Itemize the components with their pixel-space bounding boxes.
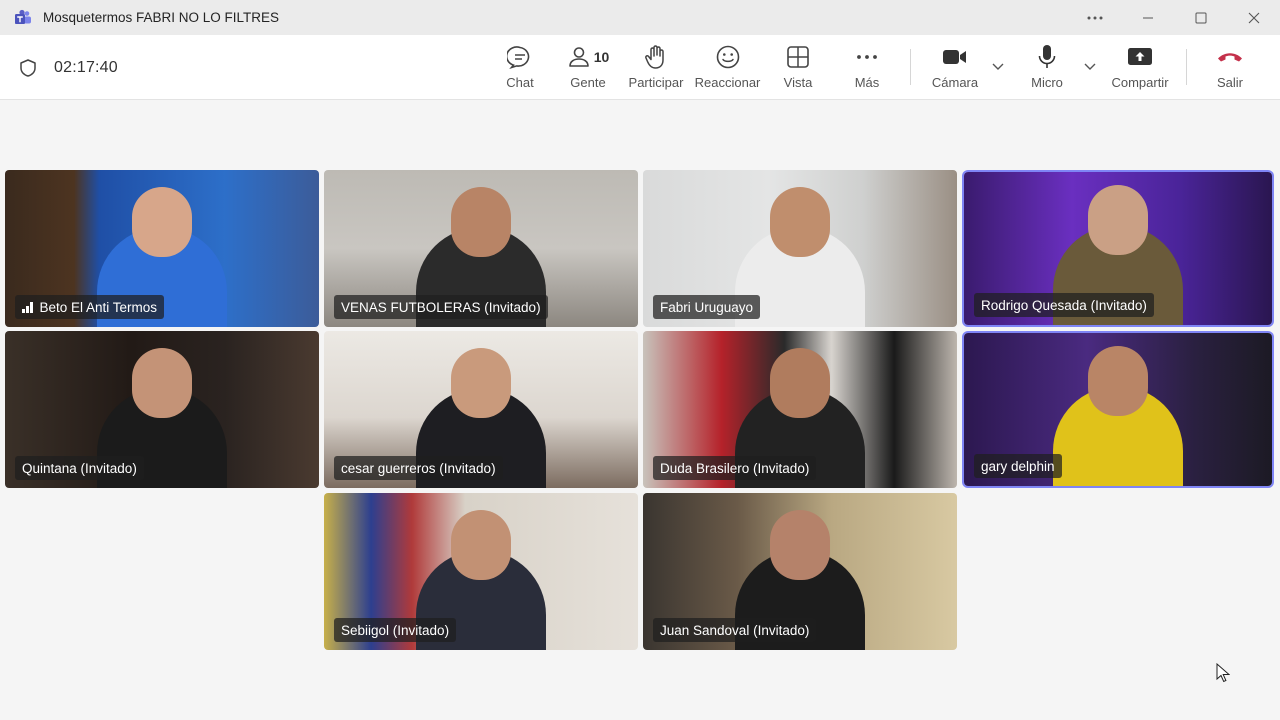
participant-name: cesar guerreros (Invitado) bbox=[341, 460, 496, 476]
video-tile[interactable]: Sebiigol (Invitado) bbox=[324, 493, 638, 650]
mic-label: Micro bbox=[1031, 75, 1063, 90]
video-tile[interactable]: Beto El Anti Termos bbox=[5, 170, 319, 327]
participant-name: Rodrigo Quesada (Invitado) bbox=[981, 297, 1147, 313]
raise-hand-icon bbox=[644, 43, 668, 71]
signal-strength-icon bbox=[22, 301, 33, 313]
participant-name: Beto El Anti Termos bbox=[39, 299, 158, 315]
participant-head bbox=[451, 187, 511, 257]
chat-label: Chat bbox=[506, 75, 534, 90]
view-label: Vista bbox=[783, 75, 813, 90]
participant-head bbox=[770, 510, 830, 580]
participant-name-tag: VENAS FUTBOLERAS (Invitado) bbox=[334, 295, 548, 319]
chat-icon bbox=[507, 43, 533, 71]
participant-name: Fabri Uruguayo bbox=[660, 299, 754, 315]
more-options-icon[interactable] bbox=[1068, 0, 1121, 35]
shield-icon bbox=[18, 58, 38, 78]
share-screen-icon bbox=[1127, 43, 1153, 71]
teams-icon bbox=[14, 9, 32, 27]
participant-head bbox=[770, 348, 830, 418]
video-tile[interactable]: Duda Brasilero (Invitado) bbox=[643, 331, 957, 488]
emoji-icon bbox=[715, 43, 741, 71]
more-label: Más bbox=[854, 75, 880, 90]
video-tile[interactable]: Quintana (Invitado) bbox=[5, 331, 319, 488]
participant-name-tag: Duda Brasilero (Invitado) bbox=[653, 456, 817, 480]
people-label: Gente bbox=[570, 75, 606, 90]
view-button[interactable]: Vista bbox=[781, 43, 815, 93]
maximize-button[interactable] bbox=[1174, 0, 1227, 35]
video-tile[interactable]: cesar guerreros (Invitado) bbox=[324, 331, 638, 488]
participant-name-tag: gary delphin bbox=[974, 454, 1062, 478]
share-button[interactable]: Compartir bbox=[1108, 43, 1172, 93]
camera-button[interactable]: Cámara bbox=[930, 43, 980, 93]
people-count: 10 bbox=[593, 49, 610, 65]
participant-name-tag: Quintana (Invitado) bbox=[15, 456, 144, 480]
participant-name: Juan Sandoval (Invitado) bbox=[660, 622, 810, 638]
hang-up-icon bbox=[1216, 43, 1244, 71]
people-icon: 10 bbox=[567, 43, 610, 71]
ellipsis-icon bbox=[856, 43, 878, 71]
close-button[interactable] bbox=[1227, 0, 1280, 35]
participant-name: gary delphin bbox=[981, 458, 1055, 474]
raise-hand-button[interactable]: Participar bbox=[628, 43, 684, 93]
leave-button[interactable]: Salir bbox=[1212, 43, 1248, 93]
minimize-button[interactable] bbox=[1121, 0, 1174, 35]
camera-options-chevron-down-icon[interactable] bbox=[991, 59, 1005, 73]
more-button[interactable]: Más bbox=[850, 43, 884, 93]
title-bar: Mosquetermos FABRI NO LO FILTRES bbox=[0, 0, 1280, 35]
participant-head bbox=[132, 348, 192, 418]
participant-head bbox=[132, 187, 192, 257]
participant-head bbox=[1088, 185, 1148, 255]
grid-view-icon bbox=[786, 43, 810, 71]
participant-name-tag: Rodrigo Quesada (Invitado) bbox=[974, 293, 1154, 317]
participant-name: Duda Brasilero (Invitado) bbox=[660, 460, 810, 476]
react-label: Reaccionar bbox=[694, 75, 761, 90]
video-tile[interactable]: VENAS FUTBOLERAS (Invitado) bbox=[324, 170, 638, 327]
meeting-toolbar: 02:17:40 Chat 10 Gente Participar Reacci… bbox=[0, 35, 1280, 100]
meeting-timer: 02:17:40 bbox=[54, 59, 118, 76]
toolbar-divider bbox=[910, 49, 911, 85]
microphone-icon bbox=[1036, 43, 1058, 71]
people-button[interactable]: 10 Gente bbox=[566, 43, 610, 93]
video-tile-active-speaker[interactable]: Rodrigo Quesada (Invitado) bbox=[964, 172, 1272, 325]
toolbar-divider bbox=[1186, 49, 1187, 85]
participant-head bbox=[1088, 346, 1148, 416]
video-tile-active-speaker[interactable]: gary delphin bbox=[964, 333, 1272, 486]
camera-icon bbox=[942, 43, 968, 71]
participant-name-tag: cesar guerreros (Invitado) bbox=[334, 456, 503, 480]
participant-name: VENAS FUTBOLERAS (Invitado) bbox=[341, 299, 541, 315]
video-tile[interactable]: Juan Sandoval (Invitado) bbox=[643, 493, 957, 650]
participant-name-tag: Beto El Anti Termos bbox=[15, 295, 165, 319]
mic-options-chevron-down-icon[interactable] bbox=[1083, 59, 1097, 73]
participant-name: Sebiigol (Invitado) bbox=[341, 622, 450, 638]
participant-head bbox=[451, 510, 511, 580]
window-title: Mosquetermos FABRI NO LO FILTRES bbox=[43, 10, 280, 25]
participant-head bbox=[770, 187, 830, 257]
camera-label: Cámara bbox=[931, 75, 979, 90]
participant-name-tag: Juan Sandoval (Invitado) bbox=[653, 618, 817, 642]
participant-head bbox=[451, 348, 511, 418]
leave-label: Salir bbox=[1216, 75, 1243, 90]
raise-hand-label: Participar bbox=[628, 75, 684, 90]
participant-name-tag: Sebiigol (Invitado) bbox=[334, 618, 457, 642]
participant-name-tag: Fabri Uruguayo bbox=[653, 295, 761, 319]
mic-button[interactable]: Micro bbox=[1028, 43, 1066, 93]
participant-name: Quintana (Invitado) bbox=[22, 460, 137, 476]
mouse-cursor-icon bbox=[1216, 662, 1231, 688]
video-gallery: Beto El Anti Termos VENAS FUTBOLERAS (In… bbox=[0, 100, 1280, 720]
chat-button[interactable]: Chat bbox=[503, 43, 537, 93]
share-label: Compartir bbox=[1111, 75, 1169, 90]
video-tile[interactable]: Fabri Uruguayo bbox=[643, 170, 957, 327]
react-button[interactable]: Reaccionar bbox=[694, 43, 761, 93]
